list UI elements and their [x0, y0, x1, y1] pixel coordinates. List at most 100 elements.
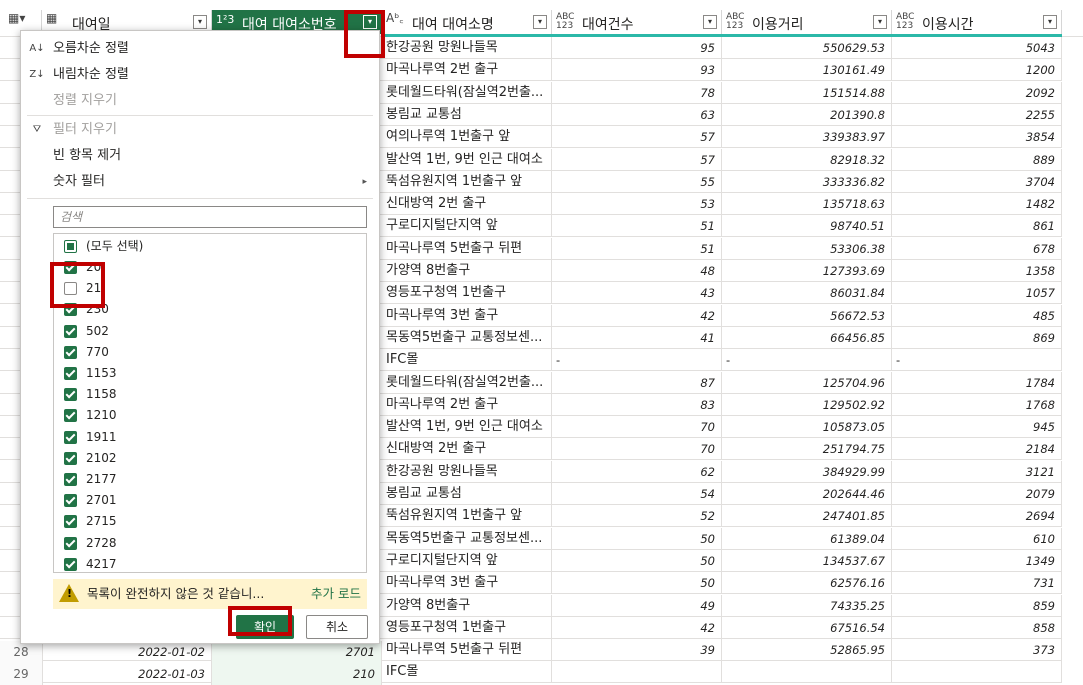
checked-checkbox-icon[interactable]: [64, 557, 77, 571]
filter-value-option[interactable]: 230: [54, 299, 354, 320]
distance-cell[interactable]: 67516.54: [722, 616, 892, 639]
station-name-cell[interactable]: 롯데월드타워(잠실역2번출...: [382, 81, 552, 104]
station-name-cell[interactable]: 롯데월드타워(잠실역2번출...: [382, 371, 552, 394]
distance-cell[interactable]: 201390.8: [722, 103, 892, 126]
rental-count-cell[interactable]: 55: [552, 170, 722, 193]
station-name-cell[interactable]: 마곡나루역 5번출구 뒤편: [382, 639, 552, 662]
rental-count-cell[interactable]: 50: [552, 572, 722, 595]
usage-time-cell[interactable]: 2184: [892, 438, 1062, 461]
station-name-cell[interactable]: 뚝섬유원지역 1번출구 앞: [382, 505, 552, 528]
distance-cell[interactable]: [722, 661, 892, 684]
checked-checkbox-icon[interactable]: [64, 345, 77, 359]
usage-time-cell[interactable]: 1200: [892, 59, 1062, 82]
checked-checkbox-icon[interactable]: [64, 367, 77, 380]
rental-count-cell[interactable]: 57: [552, 126, 722, 149]
filter-value-option[interactable]: 2701: [54, 490, 354, 511]
distance-cell[interactable]: 56672.53: [722, 304, 892, 327]
station-name-cell[interactable]: 가양역 8번출구: [382, 260, 552, 282]
distance-cell[interactable]: 105873.05: [722, 416, 892, 439]
station-name-cell[interactable]: 마곡나루역 5번출구 뒤편: [382, 237, 552, 260]
header-col-station-name[interactable]: Aᵇ꜀ 대여 대여소명 ▾: [382, 10, 552, 34]
rental-count-cell[interactable]: 95: [552, 37, 722, 59]
usage-time-cell[interactable]: 889: [892, 148, 1062, 171]
usage-time-cell[interactable]: 3121: [892, 460, 1062, 483]
station-name-cell[interactable]: 신대방역 2번 출구: [382, 193, 552, 216]
station-name-cell[interactable]: 신대방역 2번 출구: [382, 438, 552, 461]
usage-time-cell[interactable]: -: [892, 349, 1062, 372]
checked-checkbox-icon[interactable]: [64, 430, 77, 444]
filter-value-option[interactable]: 1210: [54, 405, 354, 426]
rental-count-cell[interactable]: 49: [552, 594, 722, 617]
rental-count-cell[interactable]: -: [552, 349, 722, 372]
distance-cell[interactable]: 52865.95: [722, 639, 892, 662]
menu-sort-ascending[interactable]: A↓ 오름차순 정렬: [21, 37, 379, 61]
filter-value-option[interactable]: 21: [54, 278, 354, 299]
usage-time-cell[interactable]: 2255: [892, 103, 1062, 126]
station-name-cell[interactable]: 한강공원 망원나들목: [382, 460, 552, 483]
header-col-rental-count[interactable]: ABC 123 대여건수 ▾: [552, 10, 722, 34]
rental-count-cell[interactable]: 54: [552, 483, 722, 505]
rental-count-cell[interactable]: 52: [552, 505, 722, 528]
station-name-cell[interactable]: 마곡나루역 2번 출구: [382, 59, 552, 82]
select-all-option[interactable]: (모두 선택): [54, 236, 354, 257]
station-name-cell[interactable]: 발산역 1번, 9번 인근 대여소: [382, 148, 552, 171]
checked-checkbox-icon[interactable]: [64, 451, 77, 465]
station-name-cell[interactable]: 봉림교 교통섬: [382, 483, 552, 505]
filter-value-option[interactable]: 2177: [54, 469, 354, 490]
rental-count-cell[interactable]: [552, 661, 722, 684]
station-name-cell[interactable]: 마곡나루역 3번 출구: [382, 304, 552, 327]
rental-count-cell[interactable]: 42: [552, 304, 722, 327]
usage-time-cell[interactable]: 1482: [892, 193, 1062, 216]
usage-time-cell[interactable]: 731: [892, 572, 1062, 595]
rental-count-cell[interactable]: 51: [552, 215, 722, 238]
station-name-cell[interactable]: 뚝섬유원지역 1번출구 앞: [382, 170, 552, 193]
checked-checkbox-icon[interactable]: [64, 515, 77, 529]
filter-dropdown-icon[interactable]: ▾: [703, 15, 717, 29]
station-name-cell[interactable]: 마곡나루역 2번 출구: [382, 393, 552, 416]
usage-time-cell[interactable]: 1768: [892, 393, 1062, 416]
rental-count-cell[interactable]: 50: [552, 549, 722, 572]
usage-time-cell[interactable]: 859: [892, 594, 1062, 617]
rental-count-cell[interactable]: 50: [552, 527, 722, 550]
station-name-cell[interactable]: 봉림교 교통섬: [382, 103, 552, 126]
filter-value-option[interactable]: 1153: [54, 363, 354, 384]
filter-value-option[interactable]: 2715: [54, 511, 354, 532]
checked-checkbox-icon[interactable]: [64, 473, 77, 486]
rental-count-cell[interactable]: 78: [552, 81, 722, 104]
filter-dropdown-icon[interactable]: ▾: [533, 15, 547, 29]
usage-time-cell[interactable]: 678: [892, 237, 1062, 260]
distance-cell[interactable]: 384929.99: [722, 460, 892, 483]
rental-count-cell[interactable]: 39: [552, 639, 722, 662]
checked-checkbox-icon[interactable]: [64, 388, 77, 402]
distance-cell[interactable]: 129502.92: [722, 393, 892, 416]
rental-count-cell[interactable]: 83: [552, 393, 722, 416]
header-col-usage-time[interactable]: ABC 123 이용시간 ▾: [892, 10, 1062, 34]
station-name-cell[interactable]: 구로디지털단지역 앞: [382, 215, 552, 238]
filter-value-option[interactable]: 2102: [54, 448, 354, 469]
rental-count-cell[interactable]: 51: [552, 237, 722, 260]
station-name-cell[interactable]: 여의나루역 1번출구 앞: [382, 126, 552, 149]
filter-dropdown-icon[interactable]: ▾: [363, 15, 377, 29]
distance-cell[interactable]: 251794.75: [722, 438, 892, 461]
distance-cell[interactable]: 127393.69: [722, 260, 892, 282]
rental-count-cell[interactable]: 70: [552, 438, 722, 461]
distance-cell[interactable]: 339383.97: [722, 126, 892, 149]
rental-count-cell[interactable]: 53: [552, 193, 722, 216]
distance-cell[interactable]: 61389.04: [722, 527, 892, 550]
station-name-cell[interactable]: 발산역 1번, 9번 인근 대여소: [382, 416, 552, 439]
rental-count-cell[interactable]: 93: [552, 59, 722, 82]
filter-value-option[interactable]: 502: [54, 321, 354, 342]
menu-remove-empty[interactable]: 빈 항목 제거: [21, 144, 379, 168]
filter-search-input[interactable]: 검색: [53, 206, 367, 228]
rental-count-cell[interactable]: 48: [552, 260, 722, 282]
checked-checkbox-icon[interactable]: [64, 494, 77, 508]
rental-count-cell[interactable]: 43: [552, 282, 722, 305]
filter-value-option[interactable]: 4217: [54, 554, 354, 572]
distance-cell[interactable]: 151514.88: [722, 81, 892, 104]
usage-time-cell[interactable]: 2079: [892, 483, 1062, 505]
usage-time-cell[interactable]: 945: [892, 416, 1062, 439]
filter-value-option[interactable]: 2728: [54, 533, 354, 554]
filter-dropdown-icon[interactable]: ▾: [1043, 15, 1057, 29]
unchecked-checkbox-icon[interactable]: [64, 282, 77, 296]
station-name-cell[interactable]: 구로디지털단지역 앞: [382, 549, 552, 572]
